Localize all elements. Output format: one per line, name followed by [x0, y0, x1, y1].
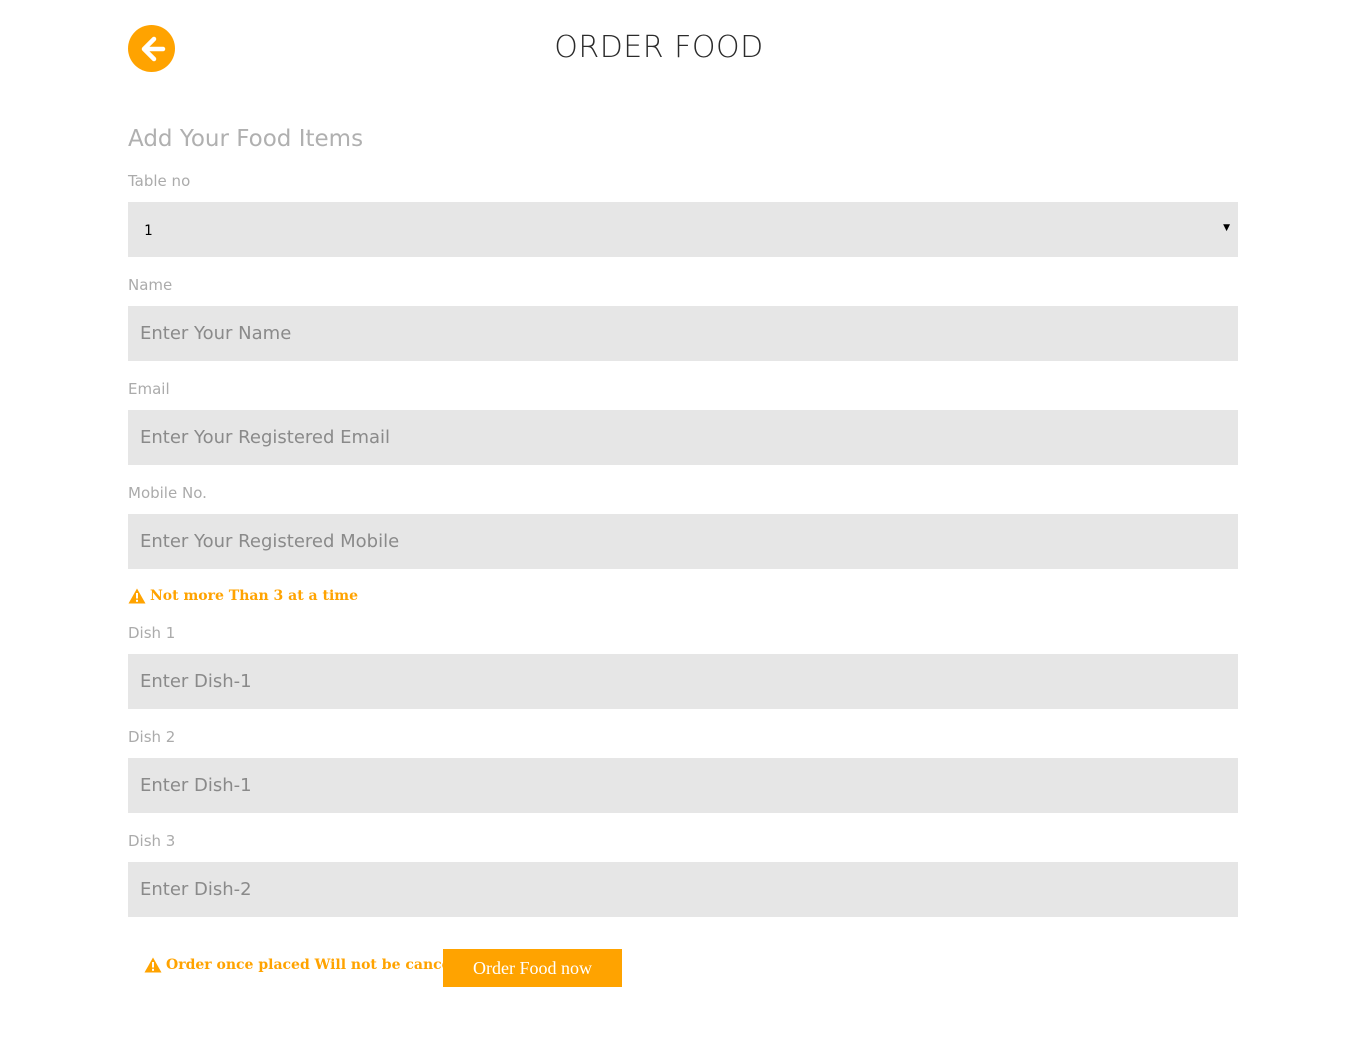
warning-triangle-icon	[144, 957, 162, 973]
section-title: Add Your Food Items	[128, 126, 364, 152]
dish-1-input[interactable]	[128, 654, 1238, 709]
page-title: ORDER FOOD	[554, 30, 764, 65]
no-cancel-warning: Order once placed Will not be cancelled	[144, 957, 480, 973]
dish-limit-warning-text: Not more Than 3 at a time	[150, 588, 358, 604]
name-label: Name	[128, 276, 173, 294]
no-cancel-warning-text: Order once placed Will not be cancelled	[166, 957, 480, 973]
email-label: Email	[128, 380, 170, 398]
table-no-selected-value: 1	[144, 223, 153, 239]
dish-2-label: Dish 2	[128, 728, 176, 746]
caret-down-icon: ▼	[1223, 223, 1230, 233]
dish-limit-warning: Not more Than 3 at a time	[128, 588, 358, 604]
name-input[interactable]	[128, 306, 1238, 361]
email-input[interactable]	[128, 410, 1238, 465]
table-no-label: Table no	[128, 172, 191, 190]
dish-1-label: Dish 1	[128, 624, 176, 642]
order-food-button[interactable]: Order Food now	[443, 949, 622, 987]
mobile-label: Mobile No.	[128, 484, 207, 502]
warning-triangle-icon	[128, 588, 146, 604]
dish-3-label: Dish 3	[128, 832, 176, 850]
dish-2-input[interactable]	[128, 758, 1238, 813]
table-no-select[interactable]: 1 ▼	[128, 202, 1238, 257]
mobile-input[interactable]	[128, 514, 1238, 569]
dish-3-input[interactable]	[128, 862, 1238, 917]
order-food-page: ORDER FOOD Add Your Food Items Table no …	[0, 0, 1366, 1051]
